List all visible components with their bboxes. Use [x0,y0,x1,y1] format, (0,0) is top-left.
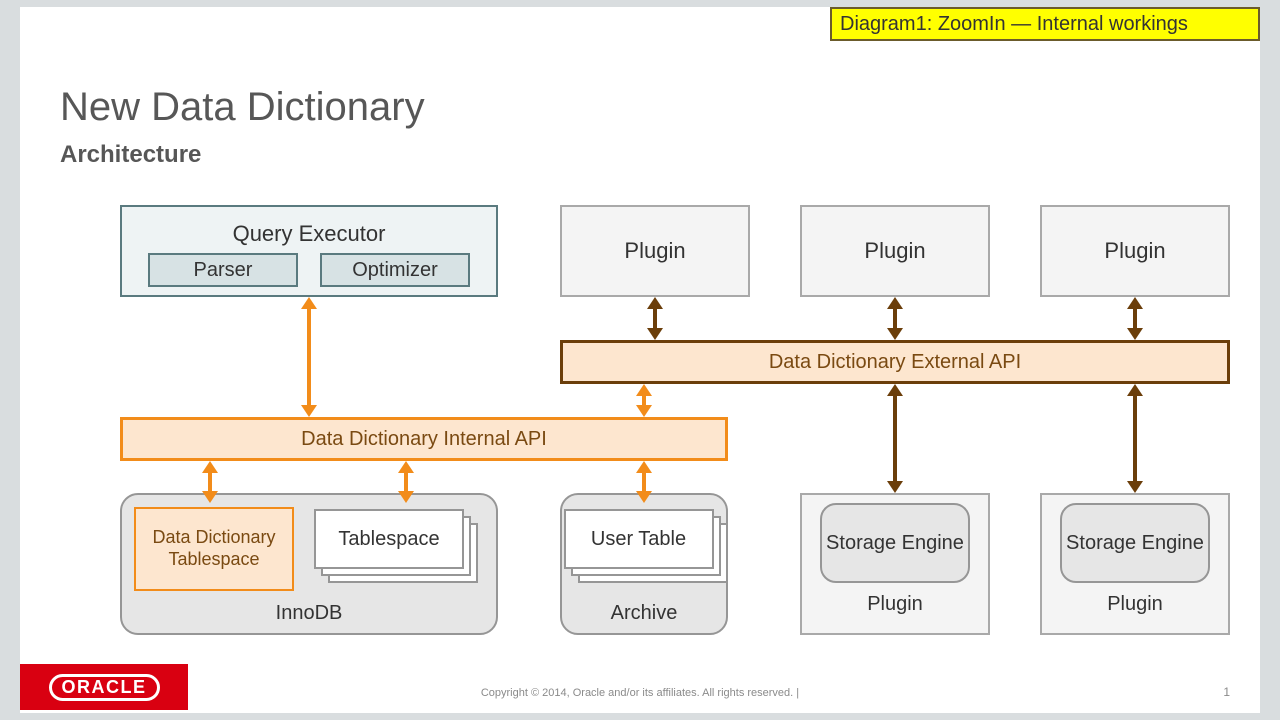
arrow-ext-storage2 [1127,384,1143,493]
storage-plugin-2: Storage Engine Plugin [1040,493,1230,635]
parser-box: Parser [148,253,298,287]
arrow-internal-innodb-ts [398,461,414,503]
arrow-internal-archive [636,461,652,503]
arrow-plugin1-ext [647,297,663,340]
copyright-text: Copyright © 2014, Oracle and/or its affi… [20,687,1260,699]
arrow-qe-internal [301,297,317,417]
storage-engine-inner: Storage Engine [820,503,970,583]
storage-engine-inner: Storage Engine [1060,503,1210,583]
arrow-plugin3-ext [1127,297,1143,340]
plugin-top-3: Plugin [1040,205,1230,297]
slide-subtitle: Architecture [60,141,201,169]
innodb-box: Data Dictionary Tablespace Tablespace In… [120,493,498,635]
oracle-logo-text: ORACLE [49,674,160,701]
dd-external-api: Data Dictionary External API [560,340,1230,384]
slide-title: New Data Dictionary [60,85,425,130]
slide: Diagram1: ZoomIn — Internal workings New… [20,7,1260,713]
oracle-logo: ORACLE [20,664,188,710]
dd-tablespace-box: Data Dictionary Tablespace [134,507,294,591]
tablespace-card: Tablespace [314,509,464,569]
storage-plugin-caption: Plugin [1107,593,1163,616]
page-number: 1 [1223,685,1230,699]
arrow-plugin2-ext [887,297,903,340]
arrow-ext-int [636,384,652,417]
archive-box: User Table Archive [560,493,728,635]
dd-internal-api: Data Dictionary Internal API [120,417,728,461]
storage-plugin-1: Storage Engine Plugin [800,493,990,635]
query-executor-label: Query Executor [233,221,386,247]
user-table-card: User Table [564,509,714,569]
plugin-top-2: Plugin [800,205,990,297]
user-table-stack: User Table [564,509,729,585]
innodb-caption: InnoDB [122,602,496,625]
storage-plugin-caption: Plugin [867,593,923,616]
plugin-top-1: Plugin [560,205,750,297]
query-executor-box: Query Executor Parser Optimizer [120,205,498,297]
arrow-ext-storage1 [887,384,903,493]
optimizer-box: Optimizer [320,253,470,287]
diagram-banner: Diagram1: ZoomIn — Internal workings [830,7,1260,41]
archive-caption: Archive [562,602,726,625]
arrow-internal-innodb-dd [202,461,218,503]
